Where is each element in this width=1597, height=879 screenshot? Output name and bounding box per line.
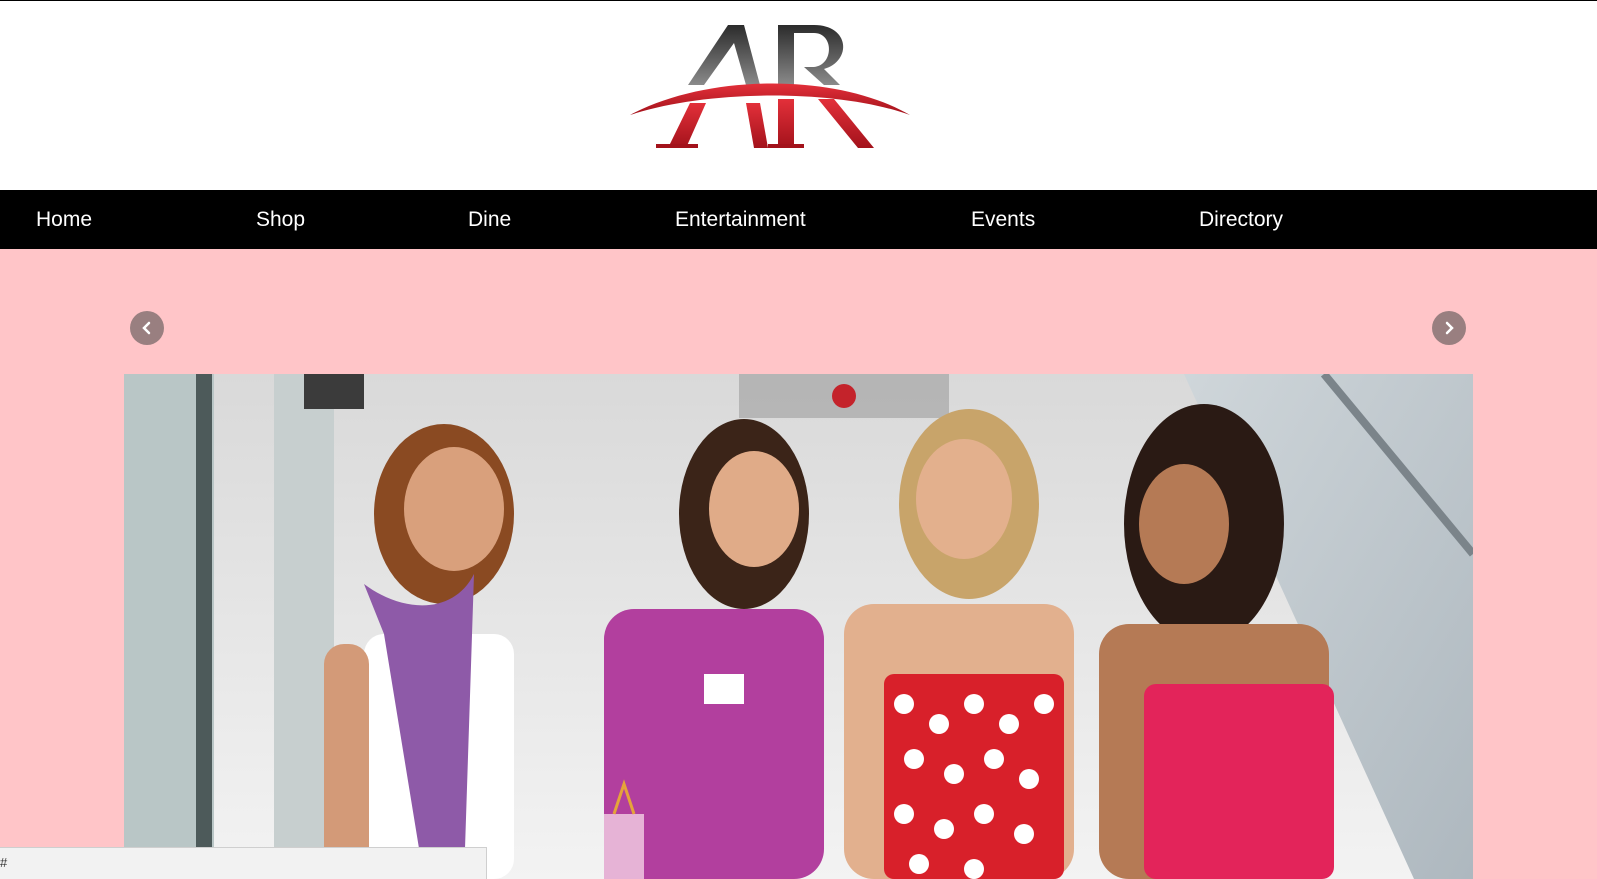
nav-item-dine[interactable]: Dine bbox=[468, 190, 511, 249]
nav-item-directory[interactable]: Directory bbox=[1199, 190, 1283, 249]
status-url: # bbox=[0, 855, 8, 870]
chevron-right-icon bbox=[1445, 321, 1454, 335]
carousel-slide-image bbox=[124, 374, 1473, 879]
nav-item-home[interactable]: Home bbox=[36, 190, 92, 249]
image-carousel[interactable] bbox=[124, 374, 1473, 879]
brand-logo[interactable] bbox=[628, 3, 920, 183]
carousel-prev-button[interactable] bbox=[130, 311, 164, 345]
nav-item-events[interactable]: Events bbox=[971, 190, 1035, 249]
logo-header bbox=[0, 1, 1597, 190]
carousel-next-button[interactable] bbox=[1432, 311, 1466, 345]
main-nav: Home Shop Dine Entertainment Events Dire… bbox=[0, 190, 1597, 249]
nav-item-entertainment[interactable]: Entertainment bbox=[675, 190, 806, 249]
hero-section bbox=[0, 249, 1597, 879]
brand-logo-image bbox=[630, 25, 910, 148]
browser-status-bar: # bbox=[0, 847, 487, 879]
chevron-left-icon bbox=[142, 321, 151, 335]
nav-item-shop[interactable]: Shop bbox=[256, 190, 305, 249]
